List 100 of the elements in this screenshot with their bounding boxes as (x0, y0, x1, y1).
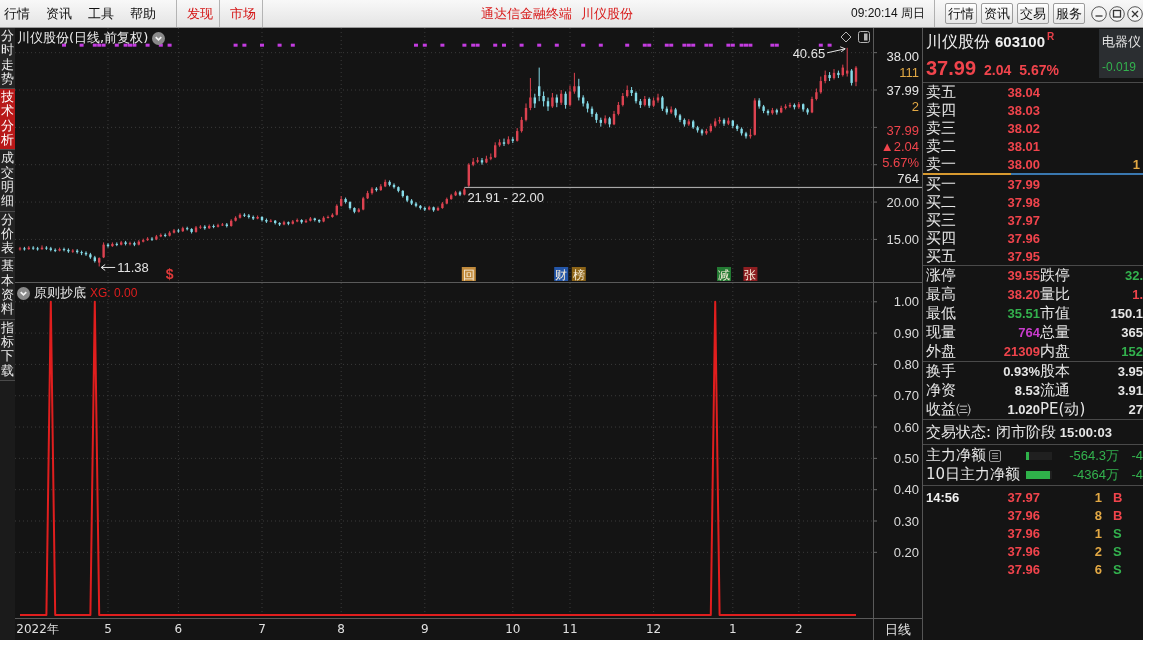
arrow-icon (826, 46, 846, 54)
side-tab[interactable]: 成交明细 (0, 150, 15, 212)
bid-label: 买五 (926, 247, 957, 265)
event-badge[interactable]: 减 (717, 267, 731, 282)
stat-value: 764 (1017, 325, 1040, 340)
quote-tag: 37.99 (886, 83, 919, 99)
stat-label: 收益㈢ (926, 400, 972, 419)
ask-price: 38.02 (1006, 120, 1040, 136)
stat-value: 0.93% (1002, 364, 1040, 379)
side-tab[interactable]: 分价表 (0, 211, 15, 259)
candlestick (529, 77, 532, 111)
stat-value: 1. (1131, 287, 1143, 302)
trade-price: 37.97 (1006, 489, 1040, 505)
sector-panel[interactable]: 电器仪 -0.019 (1099, 29, 1143, 78)
month-label: 2 (795, 622, 803, 637)
axis-label: 1.00 (893, 294, 919, 310)
menu-item[interactable]: 市场 (219, 0, 263, 27)
ask-label: 卖五 (926, 83, 957, 101)
toolbar-button[interactable]: 行情 (945, 3, 977, 24)
trade-side: S (1112, 525, 1123, 541)
trade-time: 14:56 (926, 489, 961, 505)
diamond-icon[interactable] (840, 31, 852, 43)
bid-label: 买三 (926, 211, 957, 229)
side-tab[interactable]: 基本资料 (0, 258, 15, 320)
quote-tag: 2 (911, 99, 919, 115)
event-badge[interactable]: 张 (743, 267, 758, 282)
axis-label: 0.80 (893, 356, 919, 372)
quote-tag: 37.99 (886, 123, 919, 139)
stat-label: 换手 (926, 362, 957, 381)
menu-item[interactable]: 发现 (176, 0, 219, 27)
stock-status-letter: R (1047, 31, 1055, 43)
stat-label: 现量 (926, 323, 957, 342)
bid-label: 买一 (926, 175, 957, 193)
app-title: 通达信金融终端 川仪股份 (481, 4, 633, 23)
list-icon[interactable] (989, 449, 1001, 462)
stat-value: 152 (1120, 344, 1143, 359)
stat-label: 跌停 (1040, 266, 1071, 285)
toolbar-button[interactable]: 交易 (1017, 3, 1049, 24)
ask-label: 卖二 (926, 137, 957, 155)
last-price: 37.99 (926, 56, 977, 80)
event-badge[interactable]: 榜 (571, 267, 586, 282)
stat-label: 流通 (1040, 381, 1071, 400)
chart-title: 川仪股份(日线,前复权) (17, 30, 149, 46)
axis-label: 0.60 (893, 419, 919, 435)
ask-label: 卖三 (926, 119, 957, 137)
change-percent: 5.67% (1019, 62, 1059, 78)
month-label: 7 (258, 622, 266, 637)
bid-label: 买二 (926, 193, 957, 211)
event-badge[interactable]: 财 (554, 267, 569, 282)
trade-volume: 1 (1093, 525, 1102, 541)
event-mark[interactable]: $ (165, 266, 174, 282)
month-label: 8 (337, 622, 345, 637)
trade-price: 37.96 (1006, 543, 1040, 559)
month-label: 10 (505, 622, 521, 637)
month-label: 9 (421, 622, 429, 637)
price-annotation: 11.38 (117, 260, 149, 276)
side-tab[interactable]: 指标下载 (0, 319, 15, 381)
stat-value: 1.020 (1006, 402, 1040, 417)
stat-label: 净资 (926, 381, 957, 400)
fund-flow-label: 10日主力净额 (926, 465, 1021, 484)
period-label[interactable]: 日线 (885, 620, 911, 639)
toolbar-button[interactable]: 资讯 (981, 3, 1013, 24)
dropdown-icon[interactable] (17, 286, 30, 300)
month-label: 2022年 (16, 622, 59, 637)
panel-toggle-icon[interactable] (858, 31, 870, 43)
indicator-value: XG: 0.00 (90, 285, 138, 301)
trade-volume: 8 (1093, 507, 1102, 523)
menu-item[interactable]: 帮助 (122, 0, 164, 27)
menu-item[interactable]: 行情 (0, 0, 38, 27)
bid-price: 37.97 (1006, 212, 1040, 228)
stat-label: 市值 (1040, 304, 1071, 323)
axis-label: 0.40 (893, 482, 919, 498)
toolbar-button[interactable]: 服务 (1053, 3, 1085, 24)
month-label: 5 (104, 622, 112, 637)
bid-price: 37.98 (1006, 194, 1040, 210)
bid-price: 37.96 (1006, 230, 1040, 246)
menu-item[interactable]: 工具 (80, 0, 122, 27)
stock-code: 603100 (995, 32, 1046, 52)
fund-flow-value: -4364万 (1071, 465, 1119, 484)
dropdown-icon[interactable] (152, 31, 166, 45)
trade-side: B (1112, 507, 1124, 523)
candlestick (573, 72, 576, 95)
menu-item[interactable]: 资讯 (38, 0, 80, 27)
ask-label: 卖四 (926, 101, 957, 119)
ask-label: 卖一 (926, 155, 957, 173)
trade-volume: 6 (1093, 561, 1102, 577)
stat-value: 39.55 (1006, 268, 1040, 283)
candlestick (502, 138, 506, 147)
minimize-icon[interactable] (1091, 5, 1107, 22)
axis-label: 15.00 (886, 231, 919, 247)
side-tab[interactable]: 分时走势 (0, 28, 15, 90)
quote-tag: 764 (897, 171, 919, 187)
month-label: 12 (645, 622, 662, 637)
trade-price: 37.96 (1006, 561, 1040, 577)
close-icon[interactable] (1127, 5, 1143, 22)
side-tab[interactable]: 技术分析 (0, 89, 15, 151)
stat-value: 32. (1123, 268, 1143, 283)
stat-value: 3.91 (1116, 383, 1143, 398)
maximize-icon[interactable] (1109, 5, 1125, 22)
ask-price: 38.01 (1006, 138, 1040, 154)
